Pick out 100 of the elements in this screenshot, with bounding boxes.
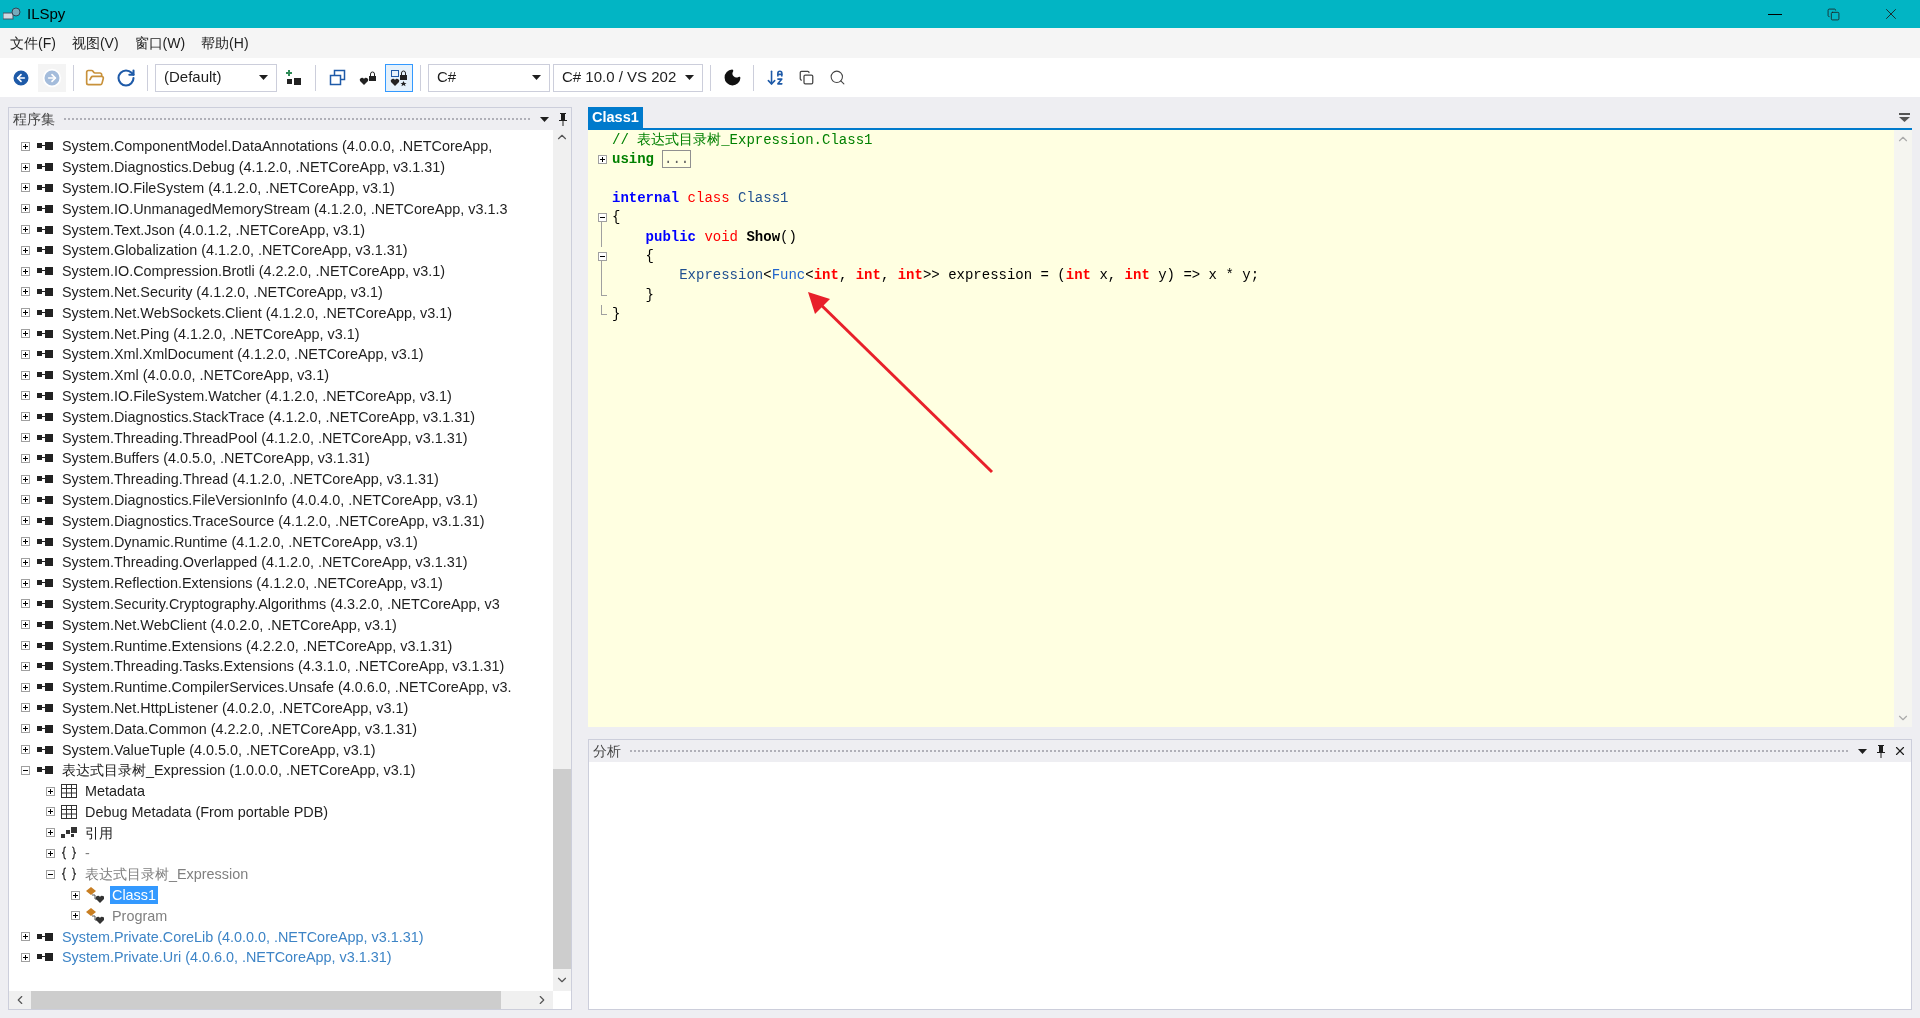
expand-toggle[interactable] [46,786,55,796]
tree-item[interactable]: System.ValueTuple (4.0.5.0, .NETCoreApp, v3.1) [60,740,378,759]
expand-toggle[interactable] [46,807,55,817]
expand-toggle[interactable] [21,349,30,359]
expand-toggle[interactable] [21,641,30,650]
expand-toggle[interactable] [46,828,55,838]
expand-toggle[interactable] [21,516,30,526]
expand-toggle[interactable] [21,287,30,297]
tree-item[interactable]: 表达式目录树_Expression [83,865,251,884]
expand-toggle[interactable] [21,599,30,609]
expand-toggle[interactable] [21,141,30,151]
tree-item[interactable]: System.Private.CoreLib (4.0.0.0, .NETCoreApp, v3.1.31) [60,927,426,946]
language-dropdown[interactable]: C# [428,63,550,92]
expand-toggle[interactable] [46,849,55,858]
tree-item[interactable]: System.Net.WebClient (4.0.2.0, .NETCoreApp, v3.1) [60,615,399,634]
expand-toggle[interactable] [21,245,30,255]
tree-item[interactable]: System.Text.Json (4.0.1.2, .NETCoreApp, v3.1) [60,220,368,239]
expand-toggle[interactable] [21,745,30,754]
tree-item[interactable]: System.Reflection.Extensions (4.1.2.0, .NETCoreApp, v3.1) [60,574,445,593]
tree-item[interactable]: System.Diagnostics.StackTrace (4.1.2.0, .NETCoreApp, v3.1.31) [60,407,477,426]
tree-item[interactable]: System.Globalization (4.1.2.0, .NETCoreApp, v3.1.31) [60,241,410,260]
expand-toggle[interactable] [21,578,30,588]
tree-item[interactable]: System.Xml (4.0.0.0, .NETCoreApp, v3.1) [60,366,332,385]
tree-item[interactable]: System.Buffers (4.0.5.0, .NETCoreApp, v3.1.31) [60,449,372,468]
expand-toggle[interactable] [21,620,30,630]
expand-toggle[interactable] [21,557,30,567]
menu-item[interactable]: 视图(V) [63,32,127,54]
close-icon[interactable] [1893,744,1907,758]
tree-item[interactable]: System.Threading.ThreadPool (4.1.2.0, .NETCoreApp, v3.1.31) [60,428,470,447]
tree-item[interactable]: System.Net.HttpListener (4.0.2.0, .NETCoreApp, v3.1) [60,698,411,717]
tree-item[interactable]: System.Net.Ping (4.1.2.0, .NETCoreApp, v3.1) [60,324,362,343]
vertical-scrollbar[interactable] [553,130,571,991]
expand-toggle[interactable] [21,183,30,193]
tree-item[interactable]: System.IO.FileSystem.Watcher (4.1.2.0, .NETCoreApp, v3.1) [60,386,454,405]
tree-item[interactable]: System.Security.Cryptography.Algorithms (4.3.2.0, .NETCoreApp, v3 [60,594,502,613]
tree-item[interactable]: System.ComponentModel.DataAnnotations (4.0.0.0, .NETCoreApp, [60,137,495,156]
tree-item[interactable]: System.Threading.Tasks.Extensions (4.3.1.0, .NETCoreApp, v3.1.31) [60,657,507,676]
expand-toggle[interactable] [21,162,30,172]
version-dropdown[interactable]: C# 10.0 / VS 202 [553,63,703,92]
tree-item[interactable]: - [83,844,92,863]
tree-item[interactable]: System.IO.Compression.Brotli (4.2.2.0, .NETCoreApp, v3.1) [60,262,448,281]
expand-toggle[interactable] [21,433,30,443]
pin-icon[interactable] [1877,744,1885,758]
code-line: public void Show() [644,227,797,247]
code-editor[interactable]: // 表达式目录树_Expression.Class1 using ... internal class Class1 { public void Show() { Expression<Func<int, int, int>> expression = (int x, int y) => x * y; } } [588,128,1912,727]
expand-toggle[interactable] [21,329,30,339]
expand-toggle[interactable] [21,952,30,962]
tree-item[interactable]: System.Private.Uri (4.0.6.0, .NETCoreApp, v3.1.31) [60,948,394,967]
menu-item[interactable]: 文件(F) [2,32,64,54]
document-tab[interactable]: Class1 [588,107,643,128]
expand-toggle[interactable] [21,682,30,692]
tree-item[interactable]: System.Dynamic.Runtime (4.1.2.0, .NETCoreApp, v3.1) [60,532,420,551]
tree-item[interactable]: System.Xml.XmlDocument (4.1.2.0, .NETCoreApp, v3.1) [60,345,426,364]
expand-toggle[interactable] [21,661,30,671]
expand-toggle[interactable] [21,474,30,484]
expand-toggle[interactable] [21,495,30,505]
collapse-toggle[interactable] [21,765,30,775]
expand-toggle[interactable] [21,724,30,734]
expand-toggle[interactable] [21,204,30,214]
pin-icon[interactable] [559,112,567,126]
expand-toggle[interactable] [21,370,30,380]
expand-toggle[interactable] [21,225,30,235]
tree-item[interactable]: System.Threading.Thread (4.1.2.0, .NETCoreApp, v3.1.31) [60,470,441,489]
expand-toggle[interactable] [21,453,30,463]
expand-toggle[interactable] [21,537,30,547]
tree-item[interactable]: System.Net.Security (4.1.2.0, .NETCoreApp, v3.1) [60,282,385,301]
tree-item[interactable]: System.Diagnostics.TraceSource (4.1.2.0, .NETCoreApp, v3.1.31) [60,511,487,530]
filter-dropdown[interactable]: (Default) [155,63,277,92]
expand-toggle[interactable] [21,932,30,942]
tree-item[interactable]: 引用 [83,823,115,842]
tree-item[interactable]: System.Net.WebSockets.Client (4.1.2.0, .NETCoreApp, v3.1) [60,303,455,322]
menu-item[interactable]: 帮助(H) [193,32,257,54]
expand-toggle[interactable] [597,155,607,165]
collapse-toggle[interactable] [597,213,607,223]
expand-toggle[interactable] [21,412,30,422]
tree-item[interactable]: System.IO.UnmanagedMemoryStream (4.1.2.0, .NETCoreApp, v3.1.3 [60,199,510,218]
scroll-thumb[interactable] [553,769,571,969]
tree-item[interactable]: Debug Metadata (From portable PDB) [83,802,331,821]
tree-item[interactable]: System.Threading.Overlapped (4.1.2.0, .NETCoreApp, v3.1.31) [60,553,470,572]
tree-item[interactable]: 表达式目录树_Expression (1.0.0.0, .NETCoreApp, v3.1) [60,761,418,780]
tree-item[interactable]: Metadata [83,782,147,801]
collapse-toggle[interactable] [46,869,55,879]
tree-item[interactable]: Program [110,906,170,925]
expand-toggle[interactable] [21,703,30,713]
expand-toggle[interactable] [71,911,80,921]
assembly-icon [36,411,54,422]
expand-toggle[interactable] [71,890,80,900]
expand-toggle[interactable] [21,308,30,318]
tree-item[interactable]: System.Diagnostics.Debug (4.1.2.0, .NETCoreApp, v3.1.31) [60,158,448,177]
tree-item[interactable]: System.Diagnostics.FileVersionInfo (4.0.4.0, .NETCoreApp, v3.1) [60,490,480,509]
tree-item[interactable]: System.Data.Common (4.2.2.0, .NETCoreApp, v3.1.31) [60,719,420,738]
expand-toggle[interactable] [21,391,30,401]
tree-item[interactable]: System.Runtime.CompilerServices.Unsafe (4.0.6.0, .NETCoreApp, v3. [60,678,514,697]
collapse-toggle[interactable] [597,251,607,261]
tab-list-icon[interactable] [1899,113,1910,122]
show-all-toggle[interactable] [385,63,413,92]
expand-toggle[interactable] [21,266,30,276]
tree-item[interactable]: System.IO.FileSystem (4.1.2.0, .NETCoreApp, v3.1) [60,179,397,197]
tree-item[interactable]: System.Runtime.Extensions (4.2.2.0, .NETCoreApp, v3.1.31) [60,636,455,655]
menu-item[interactable]: 窗口(W) [126,32,194,54]
